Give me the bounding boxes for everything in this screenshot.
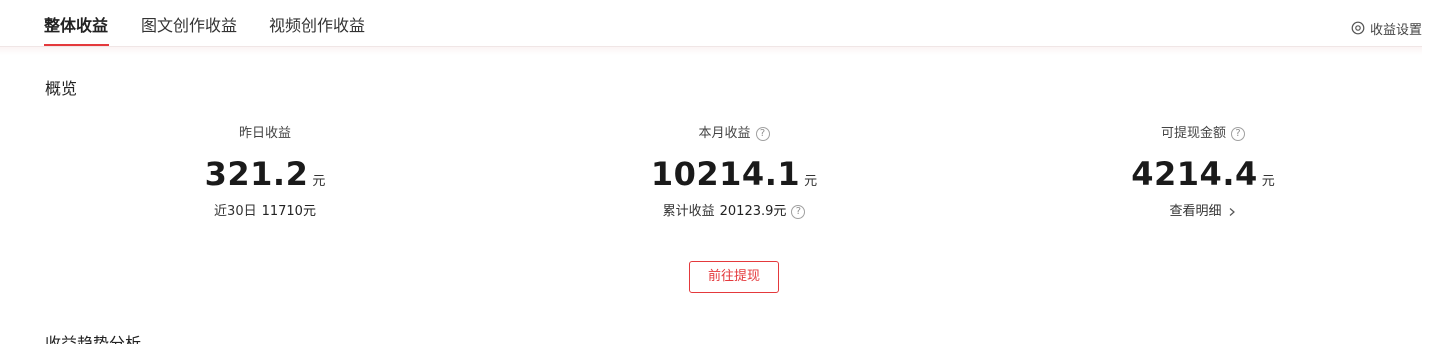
view-details-label: 查看明细	[1169, 204, 1222, 219]
settings-circle-icon	[1351, 21, 1365, 35]
earnings-settings-link[interactable]: 收益设置	[1351, 19, 1422, 38]
stat-sub-value: 20123.9元	[719, 204, 787, 219]
stat-unit: 元	[312, 174, 326, 189]
stat-label: 本月收益	[698, 126, 751, 141]
stat-unit: 元	[1261, 174, 1275, 189]
stat-sub-value: 11710元	[261, 204, 316, 219]
stat-value: 4214.4	[1131, 155, 1258, 193]
stat-value: 321.2	[204, 155, 309, 193]
view-details-link[interactable]: 查看明细	[1053, 202, 1353, 222]
stat-sub-label: 累计收益	[662, 204, 715, 219]
stat-withdrawable-amount: 可提现金额 ? 4214.4 元 查看明细	[1053, 124, 1353, 222]
stat-label: 昨日收益	[238, 126, 291, 141]
stat-yesterday-earnings: 昨日收益 321.2 元 近30日 11710元	[115, 124, 415, 222]
tab-overall-earnings[interactable]: 整体收益	[44, 15, 108, 37]
stat-value: 10214.1	[650, 155, 801, 193]
stat-label: 可提现金额	[1160, 126, 1226, 141]
tab-shadow	[0, 47, 1422, 55]
question-mark-icon[interactable]: ?	[1231, 127, 1245, 141]
question-mark-icon[interactable]: ?	[791, 205, 806, 219]
overview-title: 概览	[45, 79, 78, 98]
stat-unit: 元	[804, 174, 818, 189]
tab-video-earnings[interactable]: 视频创作收益	[269, 15, 365, 37]
withdraw-button[interactable]: 前往提现	[689, 261, 779, 293]
chevron-right-icon	[1227, 207, 1237, 217]
question-mark-icon[interactable]: ?	[755, 127, 770, 141]
trend-analysis-title: 收益趋势分析	[45, 334, 142, 344]
tab-bar: 整体收益 图文创作收益 视频创作收益 收益设置	[0, 0, 1440, 55]
earnings-settings-label: 收益设置	[1369, 22, 1422, 38]
stat-month-earnings: 本月收益 ? 10214.1 元 累计收益 20123.9元 ?	[584, 124, 884, 222]
tab-article-earnings[interactable]: 图文创作收益	[141, 15, 237, 37]
stat-sub-label: 近30日	[214, 204, 257, 219]
